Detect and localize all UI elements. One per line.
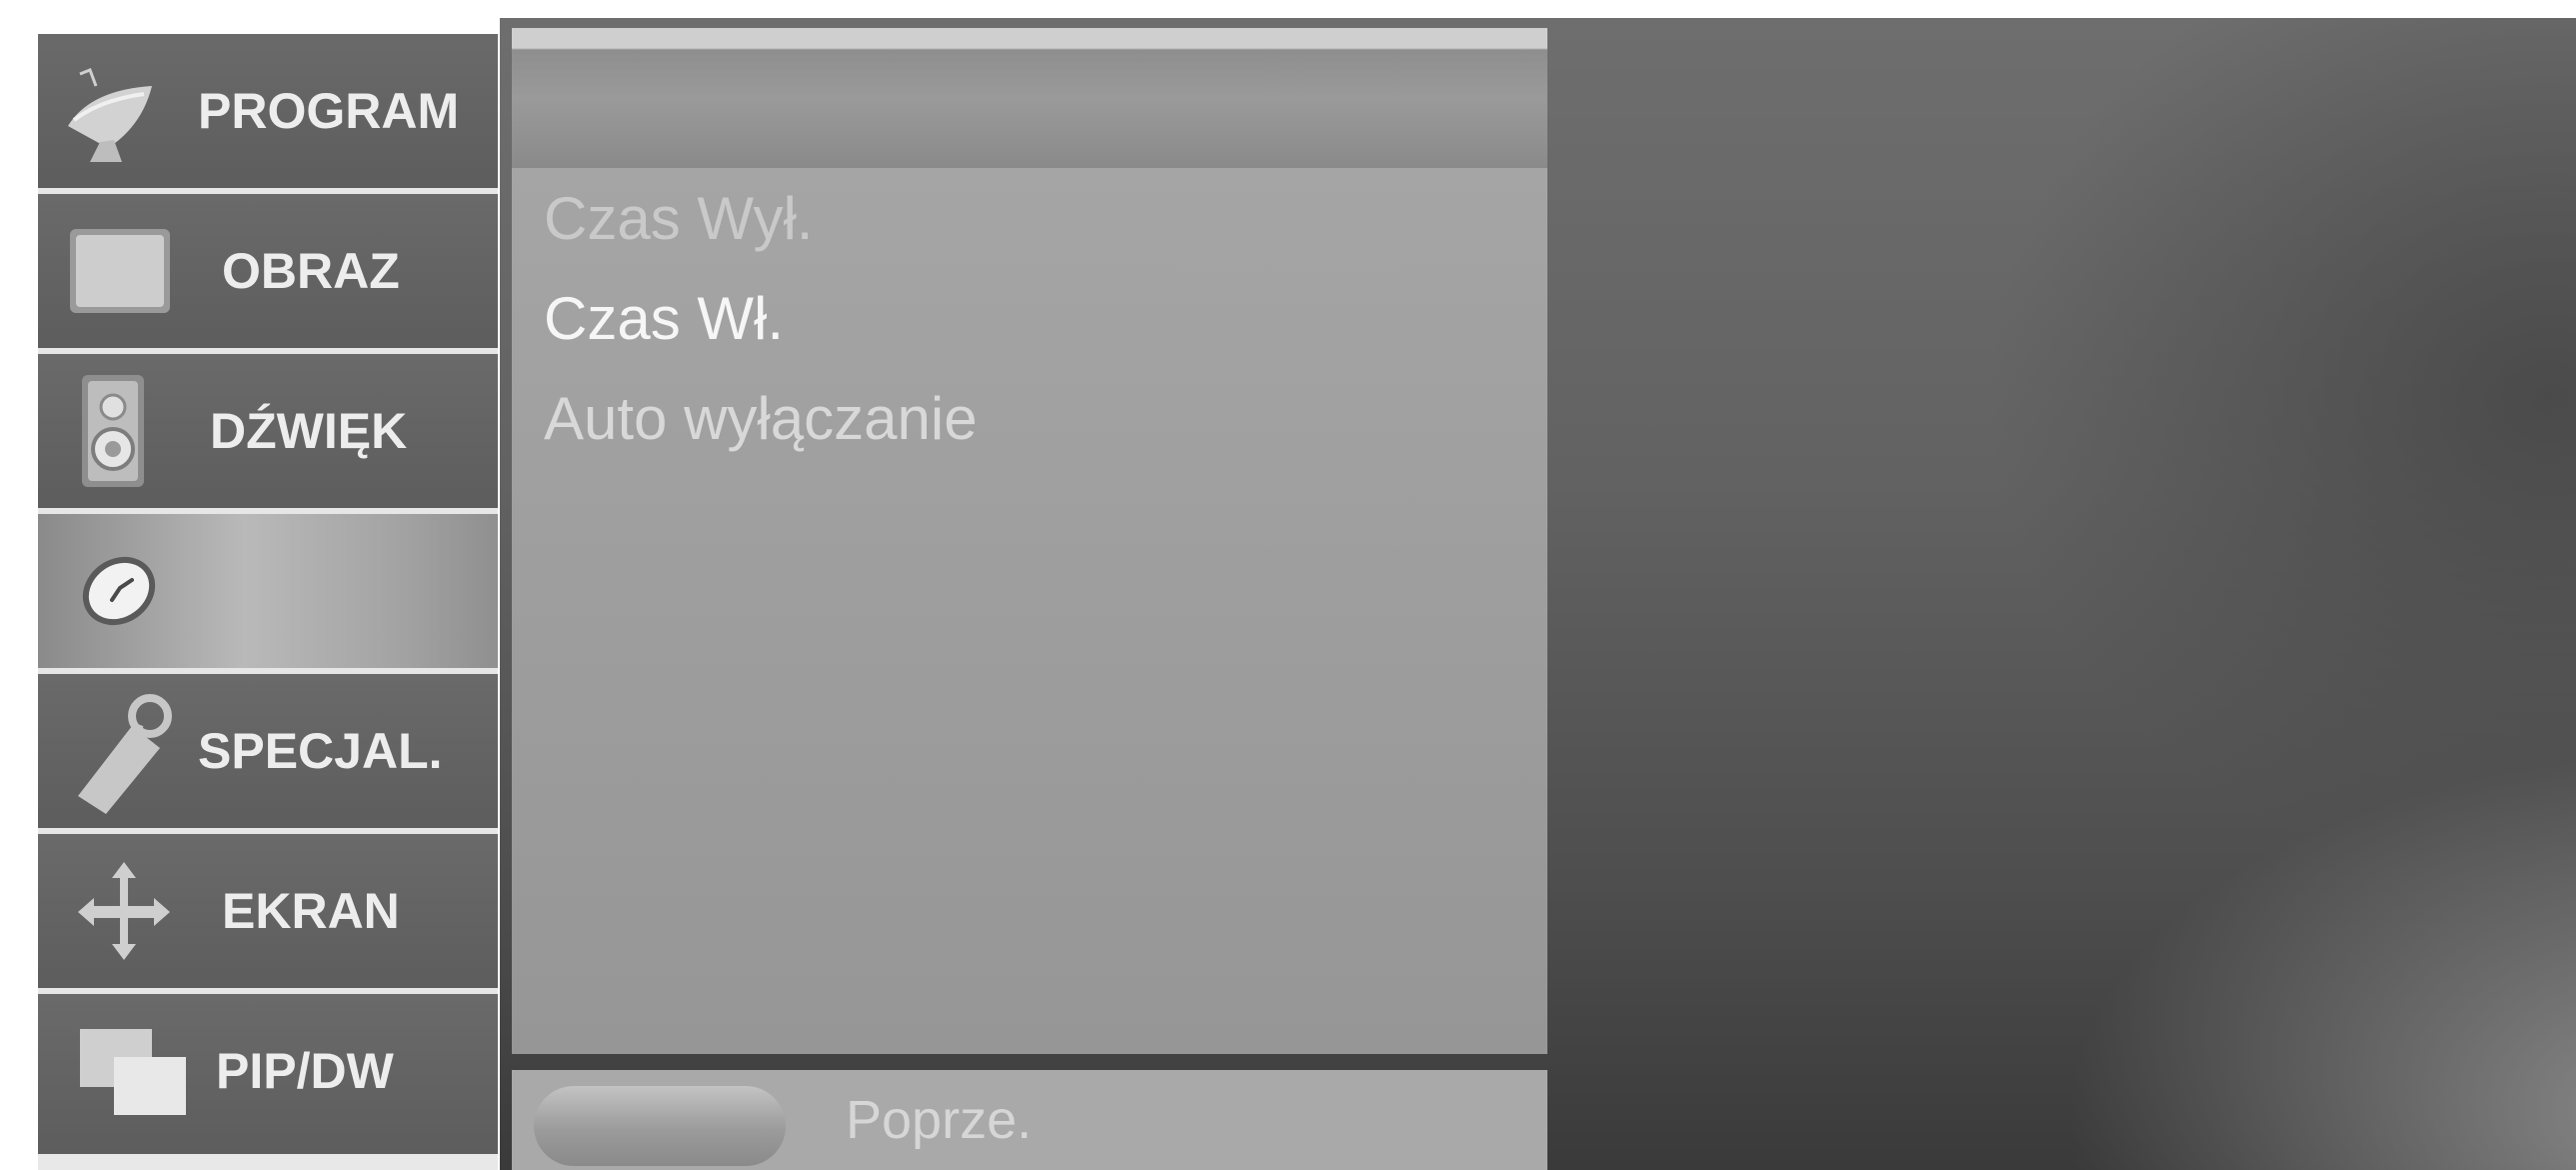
tv-screen: PROGRAM OBRAZ DŹWIĘK SPECJAL. EKRAN PIP/… [0, 0, 2576, 1170]
sidebar-item-label: EKRAN [222, 883, 400, 939]
sidebar-item-pip-dw[interactable]: PIP/DW [38, 994, 498, 1154]
back-button[interactable] [534, 1086, 786, 1166]
picture-screen-icon [68, 194, 172, 348]
sidebar-item-label: PIP/DW [216, 1043, 394, 1099]
sidebar-item-program[interactable]: PROGRAM [38, 34, 498, 194]
sidebar-item-ekran[interactable]: EKRAN [38, 834, 498, 994]
back-button-label: Poprze. [846, 1090, 1033, 1150]
submenu-panel: Czas Wył. Czas Wł. Auto wyłączanie [512, 168, 1547, 1054]
satellite-dish-icon [60, 34, 160, 188]
submenu-header [512, 28, 1547, 168]
move-arrows-icon [74, 834, 174, 988]
submenu-footer: Poprze. [512, 1070, 1547, 1170]
key-tag-icon [66, 674, 176, 828]
speaker-icon [78, 354, 148, 508]
menu-item-off-time[interactable]: Czas Wył. [544, 184, 813, 253]
sidebar-item-czas[interactable] [38, 514, 498, 674]
sidebar-item-dzwiek[interactable]: DŹWIĘK [38, 354, 498, 514]
sidebar-item-label: PROGRAM [198, 83, 460, 139]
menu-item-auto-off[interactable]: Auto wyłączanie [544, 384, 978, 453]
sidebar-item-obraz[interactable]: OBRAZ [38, 194, 498, 354]
clock-icon [74, 514, 164, 668]
main-menu-sidebar: PROGRAM OBRAZ DŹWIĘK SPECJAL. EKRAN PIP/… [38, 34, 498, 1170]
sidebar-item-label: DŹWIĘK [210, 403, 408, 459]
sidebar-item-specjal[interactable]: SPECJAL. [38, 674, 498, 834]
pip-windows-icon [78, 994, 188, 1148]
menu-item-on-time[interactable]: Czas Wł. [544, 284, 784, 353]
sidebar-item-label: SPECJAL. [198, 723, 443, 779]
sidebar-item-label: OBRAZ [222, 243, 400, 299]
